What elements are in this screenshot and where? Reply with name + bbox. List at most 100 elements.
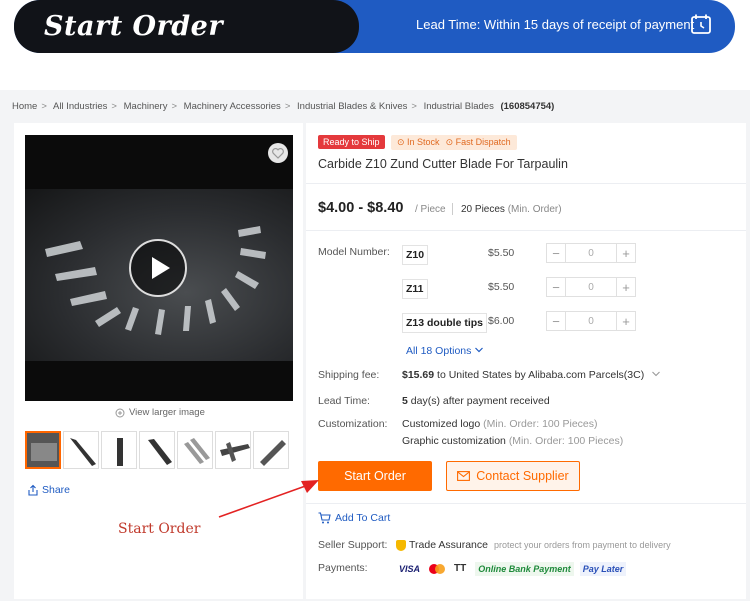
page: Start Order Lead Time: Within 15 days of… — [0, 0, 750, 601]
banner-title: Start Order — [44, 11, 224, 42]
thumbnail[interactable] — [63, 431, 99, 469]
decrement-button[interactable]: − — [546, 311, 566, 331]
share-link[interactable]: Share — [27, 484, 70, 496]
thumbnail-image — [31, 443, 57, 461]
trade-assurance: Trade Assurance protect your orders from… — [396, 539, 671, 551]
product-title: Carbide Z10 Zund Cutter Blade For Tarpau… — [318, 157, 568, 171]
quantity-input[interactable]: 0 — [566, 243, 616, 263]
decrement-button[interactable]: − — [546, 243, 566, 263]
customization-label: Customization: — [318, 418, 388, 430]
tt-logo: TT — [454, 563, 467, 574]
breadcrumb-machinery-accessories[interactable]: Machinery Accessories — [184, 101, 281, 112]
heart-icon — [272, 147, 284, 159]
increment-button[interactable]: + — [616, 277, 636, 297]
quantity-stepper: − 0 + — [546, 243, 636, 263]
share-icon — [28, 484, 38, 496]
ready-to-ship-badge: Ready to Ship — [318, 135, 385, 149]
shipping-fee-value: $15.69 to United States by Alibaba.com P… — [402, 369, 661, 381]
customization-logo: Customized logo (Min. Order: 100 Pieces) — [402, 418, 598, 430]
increment-button[interactable]: + — [616, 243, 636, 263]
thumbnail-image — [148, 439, 172, 465]
divider — [306, 503, 746, 504]
divider — [452, 203, 453, 215]
calendar-clock-icon — [691, 14, 711, 34]
add-to-cart-label: Add To Cart — [335, 512, 391, 524]
trade-assurance-icon — [396, 539, 406, 551]
breadcrumb-industrial-blades-knives[interactable]: Industrial Blades & Knives — [297, 101, 407, 112]
model-number-label: Model Number: — [318, 246, 390, 258]
view-larger-link[interactable]: View larger image — [115, 407, 205, 418]
banner-lead-time: Lead Time: Within 15 days of receipt of … — [416, 17, 695, 32]
breadcrumb: Home > All Industries > Machinery > Machine… — [12, 101, 555, 112]
chevron-down-icon[interactable] — [651, 370, 661, 378]
min-order: 20 Pieces (Min. Order) — [461, 204, 562, 215]
annotation-arrow — [218, 480, 319, 518]
product-video[interactable] — [25, 135, 293, 401]
increment-button[interactable]: + — [616, 311, 636, 331]
thumbnail[interactable] — [177, 431, 213, 469]
thumbnail-image — [260, 440, 286, 466]
visa-logo: VISA — [399, 563, 421, 574]
price-unit: / Piece — [415, 204, 446, 215]
divider — [306, 230, 746, 231]
start-order-button[interactable]: Start Order — [318, 461, 432, 491]
breadcrumb-industrial-blades[interactable]: Industrial Blades — [424, 101, 494, 112]
fast-dispatch-label: ⊙ Fast Dispatch — [445, 137, 511, 147]
model-price: $5.50 — [488, 281, 515, 293]
decrement-button[interactable]: − — [546, 277, 566, 297]
divider — [306, 183, 746, 184]
favorite-button[interactable] — [268, 143, 288, 163]
mastercard-icon — [429, 563, 446, 574]
thumbnail-video[interactable] — [25, 431, 61, 469]
breadcrumb-all-industries[interactable]: All Industries — [53, 101, 107, 112]
thumbnail-strip — [25, 431, 289, 469]
quantity-stepper: − 0 + — [546, 277, 636, 297]
thumbnail-image — [117, 438, 123, 466]
model-option-z10[interactable]: Z10 — [402, 245, 429, 265]
breadcrumb-product-id: (160854754) — [500, 101, 555, 112]
breadcrumb-home[interactable]: Home — [12, 101, 37, 112]
in-stock-label: ⊙ In Stock — [397, 137, 440, 147]
quantity-input[interactable]: 0 — [566, 277, 616, 297]
model-option-z11[interactable]: Z11 — [402, 279, 428, 299]
thumbnail-image — [184, 438, 210, 464]
thumbnail-image — [70, 438, 96, 466]
banner-title-pill: Start Order — [14, 0, 359, 53]
play-icon — [152, 257, 170, 279]
add-to-cart-link[interactable]: Add To Cart — [318, 512, 390, 524]
all-options-link[interactable]: All 18 Options — [406, 345, 484, 357]
chevron-down-icon — [475, 347, 484, 353]
price-range: $4.00 - $8.40 — [318, 200, 404, 216]
contact-supplier-label: Contact Supplier — [476, 469, 569, 483]
stock-badge: ⊙ In Stock ⊙ Fast Dispatch — [391, 135, 517, 150]
shipping-fee-label: Shipping fee: — [318, 369, 380, 381]
contact-supplier-button[interactable]: Contact Supplier — [446, 461, 580, 491]
model-option-z13-double-tips[interactable]: Z13 double tips — [402, 313, 488, 333]
model-price: $5.50 — [488, 247, 515, 259]
pay-later-badge: Pay Later — [579, 561, 627, 576]
details-panel — [306, 123, 746, 599]
quantity-stepper: − 0 + — [546, 311, 636, 331]
thumbnail[interactable] — [139, 431, 175, 469]
play-button[interactable] — [129, 239, 187, 297]
thumbnail[interactable] — [101, 431, 137, 469]
share-label: Share — [42, 484, 71, 496]
quantity-input[interactable]: 0 — [566, 311, 616, 331]
payments-label: Payments: — [318, 562, 368, 574]
customization-graphic: Graphic customization (Min. Order: 100 P… — [402, 435, 624, 447]
lead-time-label: Lead Time: — [318, 395, 370, 407]
lead-time-value: 5 day(s) after payment received — [402, 395, 550, 407]
mail-icon — [457, 471, 471, 481]
breadcrumb-machinery[interactable]: Machinery — [124, 101, 168, 112]
top-banner: Start Order Lead Time: Within 15 days of… — [14, 0, 735, 53]
view-larger-label: View larger image — [129, 407, 205, 418]
seller-support-label: Seller Support: — [318, 539, 388, 551]
thumbnail[interactable] — [253, 431, 289, 469]
thumbnail-image — [220, 442, 250, 462]
zoom-icon — [115, 408, 125, 417]
thumbnail[interactable] — [215, 431, 251, 469]
model-price: $6.00 — [488, 315, 515, 327]
payment-methods: VISA TT Online Bank Payment Pay Later — [396, 561, 627, 576]
annotation-label: Start Order — [118, 521, 201, 537]
online-bank-payment-badge: Online Bank Payment — [475, 561, 574, 576]
